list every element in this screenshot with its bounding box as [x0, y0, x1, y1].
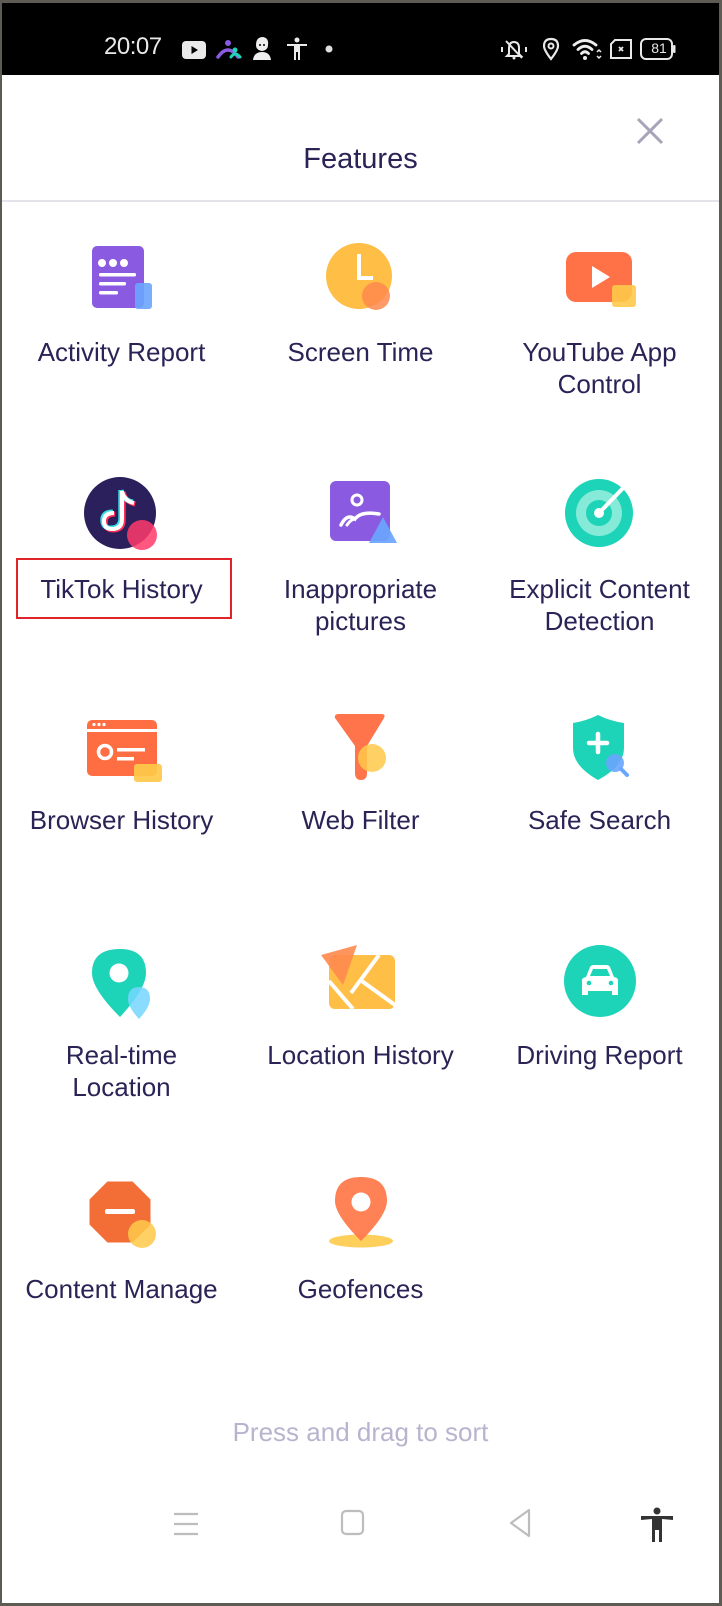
- menu-icon[interactable]: [172, 1511, 200, 1537]
- funnel-icon: [334, 714, 386, 780]
- navigation-bar: [2, 1503, 719, 1603]
- feature-driving-report[interactable]: Driving Report: [480, 943, 719, 1123]
- feature-content-manage[interactable]: Content Manage: [2, 1175, 241, 1325]
- sort-hint: Press and drag to sort: [232, 1417, 489, 1447]
- feature-tiktok-history[interactable]: TikTok History: [2, 473, 241, 653]
- feature-label: Activity Report: [37, 337, 206, 367]
- map-pin-icon: [91, 949, 150, 1019]
- label-line: Real-time: [65, 1040, 178, 1070]
- browser-icon: [86, 720, 162, 782]
- feature-real-time-location[interactable]: Real-time Location: [2, 943, 241, 1123]
- feature-label: Real-time Location: [2, 1039, 241, 1103]
- wifi-icon: [572, 39, 602, 60]
- target-icon: [564, 479, 633, 547]
- stop-sign-icon: [89, 1181, 156, 1248]
- feature-label: Screen Time: [287, 337, 434, 367]
- avatar-app-icon: [253, 37, 271, 60]
- feature-youtube-app-control[interactable]: YouTube App Control: [480, 238, 719, 418]
- feature-label: Content Manage: [25, 1274, 218, 1304]
- status-bar: 20:07 81: [2, 3, 719, 75]
- label-line: Explicit Content: [509, 574, 690, 604]
- feature-label: TikTok History: [40, 574, 203, 604]
- feature-explicit-content-detection[interactable]: Explicit Content Detection: [480, 473, 719, 653]
- feature-label: Location History: [267, 1040, 454, 1070]
- feature-web-filter[interactable]: Web Filter: [241, 708, 480, 858]
- label-line: Location: [72, 1072, 171, 1102]
- feature-label: Driving Report: [516, 1040, 683, 1070]
- screen: 20:07 81 Features Activity Report Screen…: [2, 3, 719, 1603]
- feature-label: YouTube App Control: [480, 336, 719, 400]
- accessibility-icon[interactable]: [640, 1507, 674, 1543]
- label-line: pictures: [314, 606, 407, 636]
- feature-label: Browser History: [29, 805, 214, 835]
- vibrate-mute-icon: [501, 40, 527, 60]
- feature-safe-search[interactable]: Safe Search: [480, 708, 719, 858]
- location-icon: [542, 37, 560, 61]
- feature-label: Web Filter: [301, 805, 420, 835]
- geofence-pin-icon: [328, 1177, 393, 1248]
- screen-record-icon: [610, 39, 632, 59]
- feature-label: Explicit Content Detection: [480, 573, 719, 637]
- label-line: YouTube App: [522, 337, 677, 367]
- tiktok-icon: [83, 477, 157, 550]
- battery-level: 81: [651, 40, 667, 56]
- feature-location-history[interactable]: Location History: [241, 943, 480, 1123]
- feature-label: Geofences: [297, 1274, 424, 1304]
- feature-activity-report[interactable]: Activity Report: [2, 238, 241, 418]
- picture-icon: [329, 481, 397, 543]
- label-line: Control: [557, 369, 642, 399]
- activity-report-icon: [91, 246, 152, 309]
- feature-label: Inappropriate pictures: [241, 573, 480, 637]
- feature-browser-history[interactable]: Browser History: [2, 708, 241, 858]
- map-icon: [320, 945, 396, 1011]
- feature-label: Safe Search: [527, 805, 672, 835]
- features-header: Features: [2, 75, 719, 202]
- page-title: Features: [303, 143, 418, 175]
- feature-geofences[interactable]: Geofences: [241, 1175, 480, 1325]
- notification-dot-icon: [325, 45, 333, 53]
- home-icon[interactable]: [340, 1509, 366, 1537]
- label-line: Inappropriate: [283, 574, 438, 604]
- status-time: 20:07: [104, 33, 162, 60]
- feature-screen-time[interactable]: Screen Time: [241, 238, 480, 418]
- clock-icon: [325, 243, 392, 310]
- car-icon: [563, 945, 636, 1017]
- close-icon[interactable]: [632, 113, 668, 149]
- feature-inappropriate-pictures[interactable]: Inappropriate pictures: [241, 473, 480, 653]
- accessibility-status-icon: [287, 37, 307, 60]
- label-line: Detection: [544, 606, 655, 636]
- youtube-icon: [182, 41, 206, 59]
- back-icon[interactable]: [507, 1507, 533, 1539]
- youtube-play-icon: [565, 252, 636, 307]
- family-app-icon: [216, 40, 242, 59]
- shield-search-icon: [572, 715, 629, 780]
